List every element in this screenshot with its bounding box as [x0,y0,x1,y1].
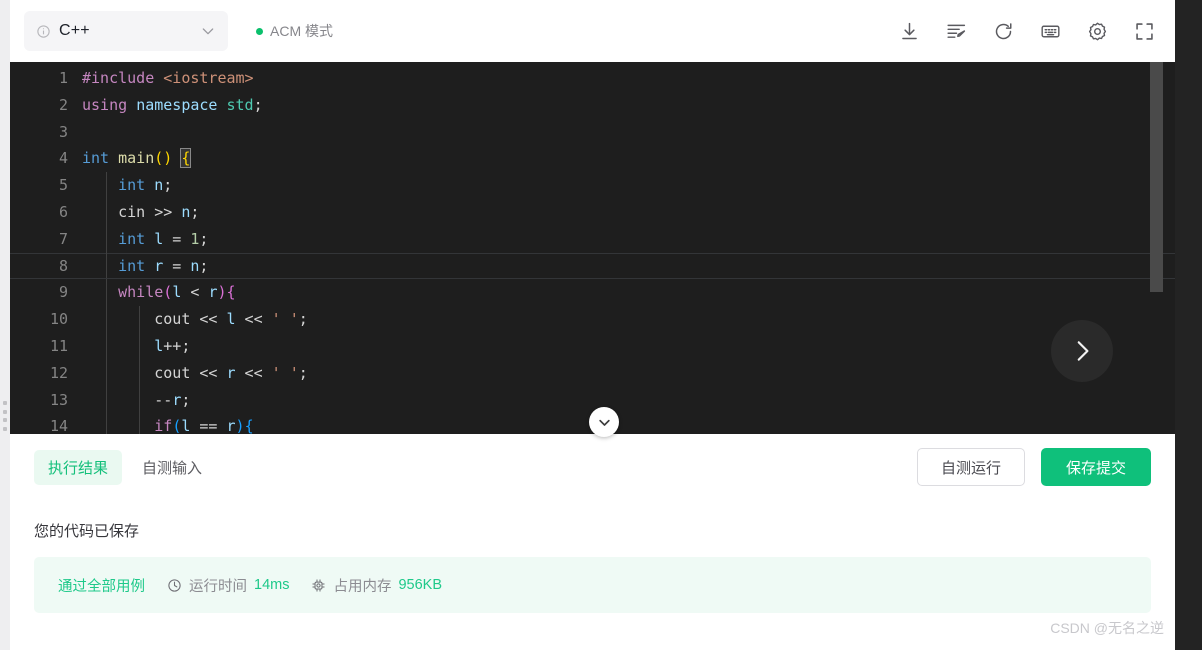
chevron-down-icon [598,419,610,426]
code-line[interactable]: 3 [10,119,1175,146]
code-lines: 1 #include <iostream> 2 using namespace … [10,62,1175,434]
line-content: #include <iostream> [82,69,254,87]
tab-self-test-input[interactable]: 自测输入 [128,450,216,485]
memory-value: 956KB [398,577,443,593]
line-content: cin >> n; [82,198,199,226]
line-content: int main() { [82,148,192,169]
app-root: C++ ACM 模式 1 #include <iostream> 2 using… [0,0,1202,650]
status-badge: 通过全部用例 [58,578,145,595]
drag-dot [2,401,7,405]
line-number: 4 [58,149,68,168]
memory-info: 占用内存 956KB [311,575,442,596]
code-line[interactable]: 11 l++; [10,332,1175,360]
line-number: 2 [58,95,68,114]
line-content: cout << l << ' '; [82,306,308,333]
code-line[interactable]: 1 #include <iostream> [10,65,1175,92]
console-icon[interactable] [1040,21,1061,42]
line-content: int l = 1; [82,225,208,253]
status-dot-icon [256,27,263,35]
code-editor[interactable]: 1 #include <iostream> 2 using namespace … [10,62,1175,434]
result-panel: 执行结果 自测输入 自测运行 保存提交 您的代码已保存 通过全部用例 运行时间 [10,434,1175,650]
save-submit-button[interactable]: 保存提交 [1041,448,1151,486]
editor-scrollbar-track[interactable] [1150,62,1163,434]
line-content: if(l == r){ [82,413,254,434]
code-line[interactable]: 13 --r; [10,386,1175,414]
code-line[interactable]: 4 int main() { [10,145,1175,172]
settings-icon[interactable] [1087,21,1108,42]
line-number: 14 [49,417,68,434]
line-number: 5 [58,176,68,195]
result-summary-bar: 通过全部用例 运行时间 14ms 占用内存 956KB [34,557,1151,613]
right-rail [1175,0,1202,650]
toolbar-icon-group [899,21,1163,42]
line-content: while(l < r){ [82,279,236,307]
editor-toolbar: C++ ACM 模式 [10,0,1175,62]
info-circle-icon [36,24,51,39]
line-content: int r = n; [82,252,208,280]
line-number: 8 [58,256,68,275]
language-selector[interactable]: C++ [24,11,228,51]
runtime-info: 运行时间 14ms [167,575,289,596]
acm-mode-label: ACM 模式 [270,23,333,39]
drag-dot [2,426,7,431]
code-line-active[interactable]: 8 int r = n; [10,252,1175,280]
code-line[interactable]: 2 using namespace std; [10,92,1175,119]
runtime-label: 运行时间 [189,578,247,595]
line-number: 9 [58,283,68,302]
line-number: 1 [58,69,68,87]
line-number: 7 [58,229,68,248]
runtime-value: 14ms [254,577,290,593]
line-number: 12 [49,363,68,382]
line-number: 6 [58,202,68,221]
tab-execution-result[interactable]: 执行结果 [34,449,123,485]
code-line[interactable]: 6 cin >> n; [10,198,1175,226]
editor-scrollbar-thumb[interactable] [1150,62,1163,292]
watermark: CSDN @无名之逆 [1050,620,1164,636]
drag-dot [2,418,7,423]
line-content: l++; [82,332,190,360]
line-number: 11 [49,336,68,355]
self-test-run-button[interactable]: 自测运行 [917,448,1025,486]
fullscreen-icon[interactable] [1134,21,1155,42]
panel-actions: 自测运行 保存提交 [917,448,1151,486]
code-line[interactable]: 12 cout << r << ' '; [10,359,1175,387]
memory-label: 占用内存 [333,578,392,595]
line-content: --r; [82,386,190,414]
code-line[interactable]: 5 int n; [10,172,1175,199]
result-panel-header: 执行结果 自测输入 自测运行 保存提交 [34,434,1151,500]
acm-mode-indicator[interactable]: ACM 模式 [256,21,333,41]
code-line[interactable]: 10 cout << l << ' '; [10,306,1175,333]
collapse-panel-button[interactable] [589,407,619,437]
code-line[interactable]: 9 while(l < r){ [10,279,1175,307]
result-tabs: 执行结果 自测输入 [34,449,216,485]
reset-icon[interactable] [993,21,1014,42]
panel-drag-handle[interactable] [2,401,7,431]
code-line[interactable]: 7 int l = 1; [10,225,1175,253]
saved-message: 您的代码已保存 [34,523,140,540]
line-number: 10 [49,310,68,329]
download-icon[interactable] [899,21,920,42]
line-content: using namespace std; [82,95,263,114]
next-problem-button[interactable] [1051,320,1113,382]
editor-card: C++ ACM 模式 1 #include <iostream> 2 using… [10,0,1175,650]
left-gutter [0,0,10,650]
chevron-right-icon [1077,341,1089,361]
language-label: C++ [59,22,90,39]
line-number: 13 [49,390,68,409]
cpu-chip-icon [312,578,326,592]
line-content: int n; [82,172,172,199]
format-code-icon[interactable] [946,21,967,42]
line-content: cout << r << ' '; [82,359,308,387]
chevron-down-icon [200,23,216,39]
line-number: 3 [58,122,68,141]
clock-icon [168,578,181,592]
drag-dot [2,409,7,414]
